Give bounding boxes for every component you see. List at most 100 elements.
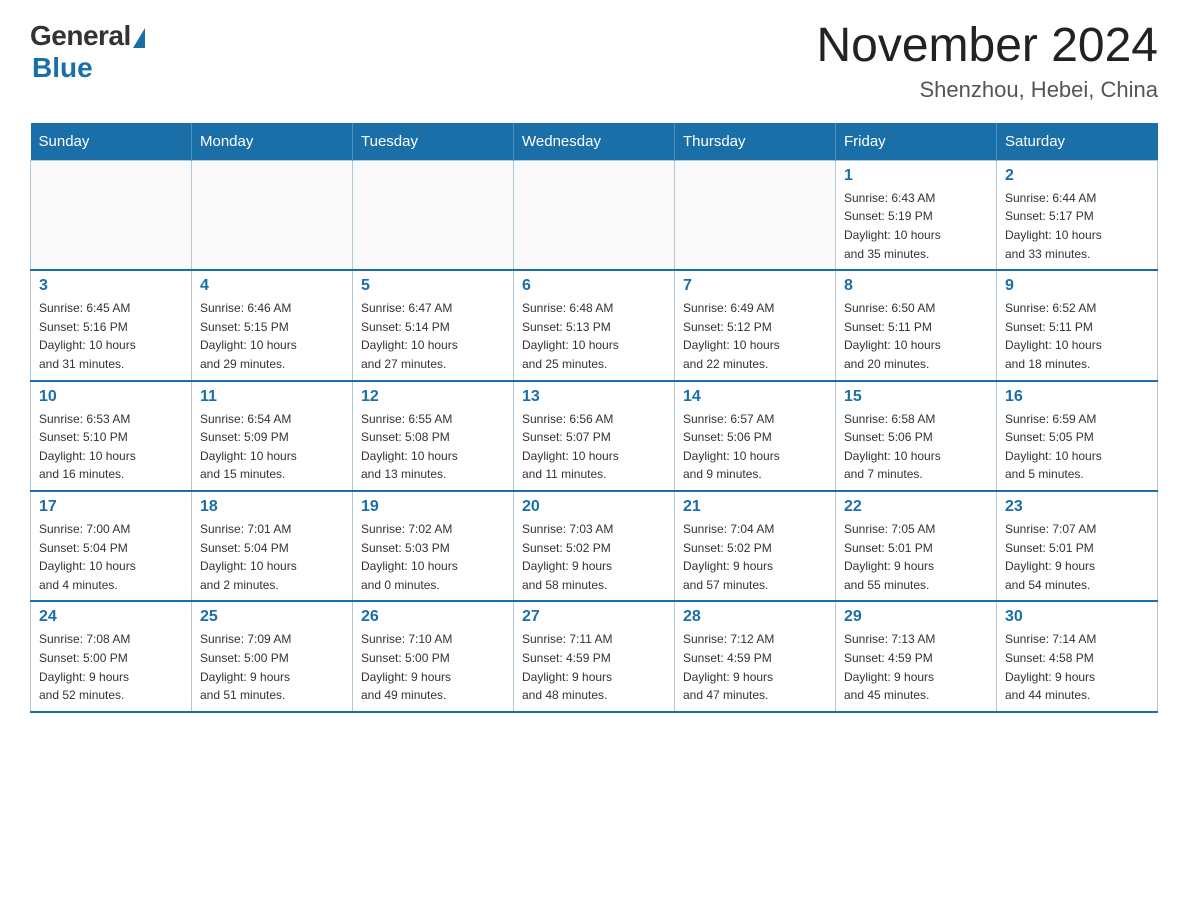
calendar-day-cell	[675, 160, 836, 270]
month-year-title: November 2024	[816, 20, 1158, 73]
calendar-week-row: 24 Sunrise: 7:08 AM Sunset: 5:00 PM Dayli…	[31, 601, 1158, 711]
day-info: Sunrise: 6:59 AM Sunset: 5:05 PM Dayligh…	[1005, 410, 1149, 484]
day-info: Sunrise: 7:01 AM Sunset: 5:04 PM Dayligh…	[200, 520, 344, 594]
day-info: Sunrise: 6:47 AM Sunset: 5:14 PM Dayligh…	[361, 299, 505, 373]
calendar-week-row: 1 Sunrise: 6:43 AM Sunset: 5:19 PM Daylig…	[31, 160, 1158, 270]
day-info: Sunrise: 6:46 AM Sunset: 5:15 PM Dayligh…	[200, 299, 344, 373]
day-number: 3	[39, 277, 183, 295]
calendar-day-cell: 12 Sunrise: 6:55 AM Sunset: 5:08 PM Dayli…	[353, 381, 514, 491]
calendar-header-row: SundayMondayTuesdayWednesdayThursdayFrid…	[31, 123, 1158, 161]
day-number: 12	[361, 388, 505, 406]
logo-general-text: General	[30, 20, 131, 52]
calendar-body: 1 Sunrise: 6:43 AM Sunset: 5:19 PM Daylig…	[31, 160, 1158, 712]
day-info: Sunrise: 6:52 AM Sunset: 5:11 PM Dayligh…	[1005, 299, 1149, 373]
day-number: 23	[1005, 498, 1149, 516]
day-info: Sunrise: 6:58 AM Sunset: 5:06 PM Dayligh…	[844, 410, 988, 484]
calendar-day-cell: 17 Sunrise: 7:00 AM Sunset: 5:04 PM Dayli…	[31, 491, 192, 601]
calendar-day-header: Sunday	[31, 123, 192, 161]
day-number: 18	[200, 498, 344, 516]
calendar-day-cell: 1 Sunrise: 6:43 AM Sunset: 5:19 PM Daylig…	[836, 160, 997, 270]
day-number: 21	[683, 498, 827, 516]
day-number: 1	[844, 167, 988, 185]
day-info: Sunrise: 6:45 AM Sunset: 5:16 PM Dayligh…	[39, 299, 183, 373]
day-info: Sunrise: 6:53 AM Sunset: 5:10 PM Dayligh…	[39, 410, 183, 484]
day-info: Sunrise: 7:14 AM Sunset: 4:58 PM Dayligh…	[1005, 630, 1149, 704]
calendar-day-header: Tuesday	[353, 123, 514, 161]
calendar-day-cell: 7Sunrise: 6:49 AM Sunset: 5:12 PM Daylig…	[675, 270, 836, 380]
day-number: 16	[1005, 388, 1149, 406]
day-info: Sunrise: 6:50 AM Sunset: 5:11 PM Dayligh…	[844, 299, 988, 373]
calendar-day-header: Saturday	[997, 123, 1158, 161]
day-number: 11	[200, 388, 344, 406]
calendar-day-header: Thursday	[675, 123, 836, 161]
day-info: Sunrise: 6:43 AM Sunset: 5:19 PM Dayligh…	[844, 189, 988, 263]
calendar-day-header: Friday	[836, 123, 997, 161]
calendar-day-cell: 19Sunrise: 7:02 AM Sunset: 5:03 PM Dayli…	[353, 491, 514, 601]
day-number: 5	[361, 277, 505, 295]
calendar-day-cell: 3 Sunrise: 6:45 AM Sunset: 5:16 PM Daylig…	[31, 270, 192, 380]
calendar-day-header: Monday	[192, 123, 353, 161]
calendar-week-row: 3 Sunrise: 6:45 AM Sunset: 5:16 PM Daylig…	[31, 270, 1158, 380]
calendar-day-cell	[192, 160, 353, 270]
day-number: 20	[522, 498, 666, 516]
calendar-day-cell: 14Sunrise: 6:57 AM Sunset: 5:06 PM Dayli…	[675, 381, 836, 491]
day-number: 28	[683, 608, 827, 626]
day-number: 25	[200, 608, 344, 626]
calendar-day-cell: 16 Sunrise: 6:59 AM Sunset: 5:05 PM Dayli…	[997, 381, 1158, 491]
day-number: 8	[844, 277, 988, 295]
day-number: 24	[39, 608, 183, 626]
day-number: 27	[522, 608, 666, 626]
day-number: 29	[844, 608, 988, 626]
day-info: Sunrise: 7:07 AM Sunset: 5:01 PM Dayligh…	[1005, 520, 1149, 594]
logo-triangle-icon	[133, 28, 145, 48]
calendar-day-cell: 24 Sunrise: 7:08 AM Sunset: 5:00 PM Dayli…	[31, 601, 192, 711]
title-section: November 2024 Shenzhou, Hebei, China	[816, 20, 1158, 103]
day-info: Sunrise: 6:48 AM Sunset: 5:13 PM Dayligh…	[522, 299, 666, 373]
calendar-day-cell: 13Sunrise: 6:56 AM Sunset: 5:07 PM Dayli…	[514, 381, 675, 491]
day-info: Sunrise: 7:05 AM Sunset: 5:01 PM Dayligh…	[844, 520, 988, 594]
calendar-day-cell: 21 Sunrise: 7:04 AM Sunset: 5:02 PM Dayli…	[675, 491, 836, 601]
day-number: 2	[1005, 167, 1149, 185]
calendar-day-cell: 5 Sunrise: 6:47 AM Sunset: 5:14 PM Daylig…	[353, 270, 514, 380]
day-info: Sunrise: 7:04 AM Sunset: 5:02 PM Dayligh…	[683, 520, 827, 594]
location-subtitle: Shenzhou, Hebei, China	[816, 77, 1158, 103]
calendar-day-cell: 9 Sunrise: 6:52 AM Sunset: 5:11 PM Daylig…	[997, 270, 1158, 380]
calendar-day-cell: 4Sunrise: 6:46 AM Sunset: 5:15 PM Daylig…	[192, 270, 353, 380]
calendar-week-row: 10 Sunrise: 6:53 AM Sunset: 5:10 PM Dayli…	[31, 381, 1158, 491]
day-number: 22	[844, 498, 988, 516]
page-header: General Blue November 2024 Shenzhou, Heb…	[30, 20, 1158, 103]
day-number: 30	[1005, 608, 1149, 626]
calendar-day-cell	[31, 160, 192, 270]
calendar-day-cell: 28 Sunrise: 7:12 AM Sunset: 4:59 PM Dayli…	[675, 601, 836, 711]
day-info: Sunrise: 7:12 AM Sunset: 4:59 PM Dayligh…	[683, 630, 827, 704]
logo-blue-text: Blue	[32, 52, 93, 84]
calendar-week-row: 17 Sunrise: 7:00 AM Sunset: 5:04 PM Dayli…	[31, 491, 1158, 601]
day-number: 10	[39, 388, 183, 406]
calendar-day-cell: 11Sunrise: 6:54 AM Sunset: 5:09 PM Dayli…	[192, 381, 353, 491]
day-number: 15	[844, 388, 988, 406]
calendar-day-cell: 29 Sunrise: 7:13 AM Sunset: 4:59 PM Dayli…	[836, 601, 997, 711]
day-info: Sunrise: 6:49 AM Sunset: 5:12 PM Dayligh…	[683, 299, 827, 373]
calendar-day-cell: 8 Sunrise: 6:50 AM Sunset: 5:11 PM Daylig…	[836, 270, 997, 380]
day-info: Sunrise: 7:13 AM Sunset: 4:59 PM Dayligh…	[844, 630, 988, 704]
calendar-table: SundayMondayTuesdayWednesdayThursdayFrid…	[30, 123, 1158, 713]
calendar-day-cell: 18 Sunrise: 7:01 AM Sunset: 5:04 PM Dayli…	[192, 491, 353, 601]
calendar-day-cell: 22 Sunrise: 7:05 AM Sunset: 5:01 PM Dayli…	[836, 491, 997, 601]
day-info: Sunrise: 7:09 AM Sunset: 5:00 PM Dayligh…	[200, 630, 344, 704]
day-number: 6	[522, 277, 666, 295]
day-info: Sunrise: 6:55 AM Sunset: 5:08 PM Dayligh…	[361, 410, 505, 484]
day-info: Sunrise: 6:57 AM Sunset: 5:06 PM Dayligh…	[683, 410, 827, 484]
calendar-day-header: Wednesday	[514, 123, 675, 161]
calendar-day-cell: 10 Sunrise: 6:53 AM Sunset: 5:10 PM Dayli…	[31, 381, 192, 491]
day-info: Sunrise: 7:03 AM Sunset: 5:02 PM Dayligh…	[522, 520, 666, 594]
calendar-day-cell	[353, 160, 514, 270]
calendar-day-cell: 2Sunrise: 6:44 AM Sunset: 5:17 PM Daylig…	[997, 160, 1158, 270]
day-info: Sunrise: 6:56 AM Sunset: 5:07 PM Dayligh…	[522, 410, 666, 484]
day-number: 9	[1005, 277, 1149, 295]
day-info: Sunrise: 7:08 AM Sunset: 5:00 PM Dayligh…	[39, 630, 183, 704]
calendar-day-cell: 20 Sunrise: 7:03 AM Sunset: 5:02 PM Dayli…	[514, 491, 675, 601]
calendar-day-cell: 23 Sunrise: 7:07 AM Sunset: 5:01 PM Dayli…	[997, 491, 1158, 601]
day-number: 17	[39, 498, 183, 516]
calendar-day-cell: 25 Sunrise: 7:09 AM Sunset: 5:00 PM Dayli…	[192, 601, 353, 711]
day-info: Sunrise: 7:00 AM Sunset: 5:04 PM Dayligh…	[39, 520, 183, 594]
